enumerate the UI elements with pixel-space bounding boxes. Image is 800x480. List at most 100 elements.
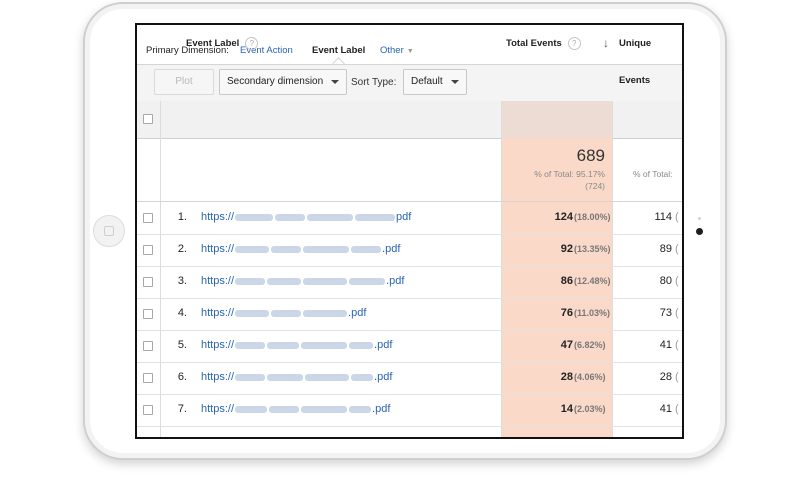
redacted-url-segment (349, 277, 386, 285)
total-events-column-header[interactable]: Total Events? ↓ (506, 25, 611, 62)
redacted-url-segment (351, 245, 382, 253)
unique-events-percent-truncated: ( (675, 275, 679, 287)
row-index: 6. (177, 371, 187, 383)
redacted-url-segment (267, 277, 302, 285)
unique-events-value: 89 (659, 243, 672, 255)
total-events-percent: (11.03%) (574, 308, 611, 318)
sort-type-label: Sort Type: (351, 77, 397, 88)
redacted-url-segment (305, 373, 350, 381)
event-label-suffix: .pdf (348, 307, 367, 319)
redacted-url-segment (235, 245, 270, 253)
row-checkbox[interactable] (143, 245, 153, 255)
sort-type-value: Default (411, 76, 443, 87)
redacted-url-segment (235, 213, 274, 221)
totals-row: 689 % of Total: 95.17% (724) % of Total: (137, 138, 682, 202)
secondary-dimension-label: Secondary dimension (227, 76, 324, 87)
unique-events-percent-truncated: ( (675, 371, 679, 383)
row-checkbox[interactable] (143, 309, 153, 319)
secondary-dimension-dropdown[interactable]: Secondary dimension (219, 69, 347, 95)
unique-events-percent-truncated: ( (675, 243, 679, 255)
unique-events-value: 28 (659, 371, 672, 383)
row-index: 3. (177, 275, 187, 287)
row-checkbox[interactable] (143, 373, 153, 383)
sort-type-dropdown[interactable]: Default (403, 69, 467, 95)
event-label-header-text: Event Label (186, 38, 240, 49)
table-row: 5. https:// .pdf 47 (6.82%) 41( (137, 330, 682, 363)
event-label-prefix: https:// (201, 243, 235, 255)
event-label-prefix: https:// (201, 307, 235, 319)
help-icon[interactable]: ? (245, 36, 259, 50)
redacted-url-segment (349, 341, 374, 349)
redacted-url-segment (267, 341, 300, 349)
event-label-prefix: https:// (201, 339, 235, 351)
unique-events-percent-truncated: ( (675, 211, 679, 223)
row-checkbox[interactable] (143, 341, 153, 351)
event-label-link[interactable]: https:// .pdf (201, 243, 400, 255)
help-icon[interactable]: ? (567, 36, 581, 50)
total-events-sum: 689 (576, 146, 605, 165)
total-events-percent: (13.35%) (574, 244, 611, 254)
redacted-url-segment (235, 341, 266, 349)
dimension-event-label-tab[interactable]: Event Label (312, 45, 365, 56)
total-events-percent: (12.48%) (574, 276, 611, 286)
total-events-value: 76 (560, 307, 573, 319)
redacted-url-segment (307, 213, 354, 221)
unique-events-value: 80 (659, 275, 672, 287)
event-label-suffix: .pdf (374, 339, 393, 351)
total-events-header-highlight (501, 101, 612, 138)
total-events-value: 28 (560, 371, 573, 383)
dimension-other-dropdown[interactable]: Other ▼ (380, 45, 414, 56)
redacted-url-segment (301, 341, 348, 349)
event-label-suffix: .pdf (372, 403, 391, 415)
redacted-url-segment (351, 373, 374, 381)
event-label-prefix: https:// (201, 403, 235, 415)
row-checkbox[interactable] (143, 277, 153, 287)
redacted-url-segment (271, 245, 302, 253)
row-checkbox[interactable] (143, 213, 153, 223)
home-button[interactable] (93, 215, 125, 247)
event-label-column-header[interactable]: Event Label? (186, 25, 259, 62)
total-events-percent: (6.82%) (574, 340, 606, 350)
event-label-link[interactable]: https:// .pdf (201, 403, 390, 415)
event-label-prefix: https:// (201, 371, 235, 383)
select-all-checkbox[interactable] (143, 114, 153, 124)
plot-rows-button[interactable]: Plot Rows (154, 69, 214, 111)
total-events-percent: (4.06%) (574, 372, 606, 382)
redacted-url-segment (271, 309, 302, 317)
event-label-link[interactable]: https:// .pdf (201, 307, 366, 319)
row-index: 5. (177, 339, 187, 351)
unique-events-value: 41 (659, 403, 672, 415)
event-label-link[interactable]: https:// .pdf (201, 339, 392, 351)
table-row: 3. https:// .pdf 86 (12.48%) 80( (137, 266, 682, 299)
row-index: 7. (177, 403, 187, 415)
chevron-down-icon (331, 80, 339, 84)
unique-events-value: 41 (659, 339, 672, 351)
sort-descending-icon[interactable]: ↓ (603, 25, 609, 62)
unique-events-column-header[interactable]: Unique Events (619, 25, 682, 86)
event-label-link[interactable]: https:// .pdf (201, 371, 392, 383)
unique-events-value: 114 (654, 211, 672, 223)
table-row: 4. https:// .pdf 76 (11.03%) 73( (137, 298, 682, 331)
table-row: 6. https://.pdf 28 (4.06%) 28( (137, 362, 682, 395)
event-label-prefix: https:// (201, 275, 235, 287)
event-label-suffix: .pdf (374, 371, 393, 383)
redacted-url-segment (303, 309, 348, 317)
total-events-percent: (18.00%) (574, 212, 611, 222)
redacted-url-segment (275, 213, 306, 221)
redacted-url-segment (235, 405, 268, 413)
row-checkbox[interactable] (143, 405, 153, 415)
event-label-suffix: .pdf (382, 243, 401, 255)
total-events-percent-of-total: % of Total: 95.17% (534, 169, 605, 179)
dimension-other-label: Other (380, 45, 404, 56)
total-events-grand-total: (724) (585, 181, 605, 191)
table-row: 2. https:// .pdf 92 (13.35%) 89( (137, 234, 682, 267)
row-index: 4. (177, 307, 187, 319)
sensor-dot (698, 217, 701, 220)
total-events-value: 14 (560, 403, 573, 415)
table-row: 7. https:// .pdf 14 (2.03%) 41( (137, 394, 682, 427)
row-index: 1. (177, 211, 187, 223)
event-label-link[interactable]: https:// .pdf (201, 275, 404, 287)
redacted-url-segment (235, 277, 266, 285)
event-label-link[interactable]: https:// pdf (201, 211, 411, 223)
unique-events-percent-truncated: ( (675, 307, 679, 319)
